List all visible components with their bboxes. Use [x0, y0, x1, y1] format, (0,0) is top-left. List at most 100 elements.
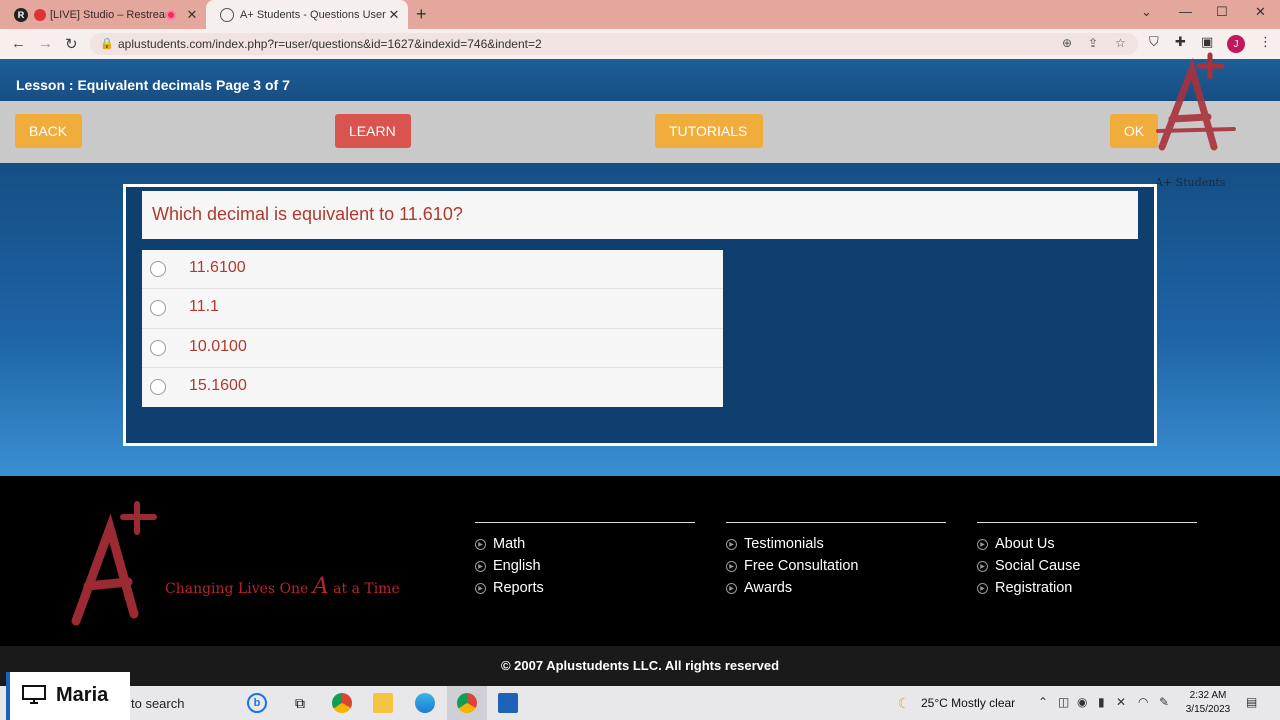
minimize-button[interactable]: —	[1179, 4, 1192, 19]
lock-icon: 🔒	[100, 38, 114, 50]
pen-icon[interactable]: ✎	[1159, 695, 1169, 709]
tab-search-icon[interactable]: ⌄	[1141, 4, 1152, 20]
link-label: Math	[493, 536, 526, 552]
bookmark-star-icon[interactable]: ☆	[1115, 36, 1126, 50]
share-icon[interactable]: ⇪	[1088, 36, 1098, 50]
monitor-icon	[22, 685, 46, 704]
camera-icon[interactable]: ◫	[1058, 695, 1069, 709]
footer-link-about-us[interactable]: ▶ About Us	[977, 533, 1197, 555]
url-text: aplustudents.com/index.php?r=user/questi…	[118, 37, 542, 51]
presenter-name: Maria	[56, 684, 109, 706]
copyright-text: © 2007 Aplustudents LLC. All rights rese…	[500, 658, 780, 673]
answer-option[interactable]: 15.1600	[142, 368, 723, 407]
footer-link-social-cause[interactable]: ▶ Social Cause	[977, 555, 1197, 577]
reload-icon[interactable]: ↻	[65, 35, 78, 53]
maximize-button[interactable]: ☐	[1216, 4, 1228, 20]
web-page: Lesson : Equivalent decimals Page 3 of 7…	[0, 52, 1280, 686]
edge-icon[interactable]	[415, 693, 435, 713]
clock-time: 2:32 AM	[1189, 690, 1227, 701]
radio-button[interactable]	[150, 261, 166, 277]
link-label: Registration	[995, 580, 1073, 596]
slogan-text: at a Time	[333, 581, 400, 597]
tab-aplus-students[interactable]: A+ Students - Questions User ✕	[206, 0, 408, 29]
slogan-letter: A	[312, 574, 329, 599]
question-text: Which decimal is equivalent to 11.610?	[152, 204, 463, 224]
option-label: 11.6100	[189, 259, 246, 276]
link-label: About Us	[995, 536, 1055, 552]
answer-option[interactable]: 11.6100	[142, 250, 723, 290]
chevron-bullet-icon: ▶	[475, 538, 486, 550]
footer-link-registration[interactable]: ▶ Registration	[977, 577, 1197, 599]
link-label: Social Cause	[995, 558, 1081, 574]
footer-link-free-consultation[interactable]: ▶ Free Consultation	[726, 555, 946, 577]
menu-kebab-icon[interactable]: ⋮	[1259, 34, 1272, 50]
chevron-bullet-icon: ▶	[977, 582, 988, 594]
mail-icon[interactable]	[498, 693, 518, 713]
notifications-icon[interactable]: ▤	[1246, 695, 1257, 709]
forward-arrow-icon[interactable]: →	[38, 35, 53, 52]
tab-title: [LIVE] Studio – Restream	[50, 8, 166, 21]
aplus-logo	[1156, 52, 1236, 151]
footer-link-reports[interactable]: ▶ Reports	[475, 577, 695, 599]
learn-button[interactable]: LEARN	[335, 114, 411, 148]
copyright-bar: © 2007 Aplustudents LLC. All rights rese…	[0, 646, 1280, 686]
tutorials-button[interactable]: TUTORIALS	[655, 114, 763, 148]
globe-icon	[220, 7, 234, 22]
chrome-icon[interactable]	[457, 693, 477, 713]
taskbar-search[interactable]: to search	[131, 696, 184, 711]
option-label: 15.1600	[189, 376, 247, 394]
ok-button[interactable]: OK	[1110, 114, 1158, 148]
close-icon[interactable]: ✕	[386, 7, 402, 23]
link-label: Free Consultation	[744, 558, 859, 574]
answer-option[interactable]: 11.1	[142, 289, 723, 329]
chevron-bullet-icon: ▶	[475, 560, 486, 572]
brand-caption: A+ Students	[1155, 176, 1226, 189]
new-tab-button[interactable]: +	[416, 4, 427, 25]
lesson-toolbar: BACK LEARN TUTORIALS OK	[0, 101, 1280, 163]
clock-date: 3/15/2023	[1185, 704, 1231, 715]
weather-text[interactable]: 25°C Mostly clear	[921, 696, 1015, 710]
tab-restream[interactable]: R [LIVE] Studio – Restream ✕	[0, 0, 206, 29]
radio-button[interactable]	[150, 339, 166, 356]
link-label: Testimonials	[744, 536, 824, 552]
chevron-bullet-icon: ▶	[726, 560, 737, 572]
chrome-icon[interactable]	[332, 693, 352, 713]
address-toolbar: ← → ↻ 🔒 aplustudents.com/index.php?r=use…	[0, 29, 1280, 59]
close-window-button[interactable]: ✕	[1255, 4, 1266, 20]
zoom-icon[interactable]: ⊕	[1062, 36, 1072, 50]
url-bar[interactable]: 🔒 aplustudents.com/index.php?r=user/ques…	[90, 33, 1138, 55]
wifi-icon[interactable]: ◠	[1138, 695, 1148, 709]
option-label: 11.1	[189, 298, 219, 316]
footer-link-awards[interactable]: ▶ Awards	[726, 577, 946, 599]
footer-link-testimonials[interactable]: ▶ Testimonials	[726, 533, 946, 555]
back-arrow-icon[interactable]: ←	[11, 35, 26, 52]
file-explorer-icon[interactable]	[373, 693, 393, 713]
footer-column: ▶ Math ▶ English ▶ Reports	[475, 522, 695, 599]
chevron-bullet-icon: ▶	[977, 538, 988, 550]
live-indicator-icon	[34, 8, 46, 21]
app-tray-icon[interactable]: ◉	[1077, 695, 1087, 709]
chevron-bullet-icon: ▶	[726, 538, 737, 550]
link-label: Reports	[493, 580, 544, 596]
task-view-icon[interactable]: ⧉	[290, 693, 310, 713]
footer-slogan: Changing Lives One A at a Time	[165, 574, 400, 599]
tab-title: A+ Students - Questions User	[240, 8, 386, 21]
recording-icon	[166, 9, 176, 20]
back-button[interactable]: BACK	[15, 114, 82, 148]
close-icon[interactable]: ✕	[184, 7, 200, 23]
browser-tab-bar: R [LIVE] Studio – Restream ✕ A+ Students…	[0, 0, 1280, 29]
radio-button[interactable]	[150, 300, 166, 317]
footer-link-math[interactable]: ▶ Math	[475, 533, 695, 555]
lesson-header: Lesson : Equivalent decimals Page 3 of 7	[0, 59, 1280, 101]
weather-moon-icon[interactable]: ☾	[894, 693, 914, 713]
chevron-up-icon[interactable]: ⌃	[1038, 695, 1048, 709]
radio-button[interactable]	[150, 378, 166, 395]
speaker-muted-icon[interactable]: ✕	[1116, 695, 1126, 709]
restream-icon: R	[14, 7, 28, 22]
microphone-icon[interactable]: ▮	[1098, 695, 1105, 709]
answer-option[interactable]: 10.0100	[142, 329, 723, 368]
system-clock[interactable]: 2:32 AM 3/15/2023	[1183, 689, 1233, 717]
footer-link-english[interactable]: ▶ English	[475, 555, 695, 577]
bing-icon[interactable]: b	[247, 693, 267, 713]
option-label: 10.0100	[189, 337, 247, 355]
